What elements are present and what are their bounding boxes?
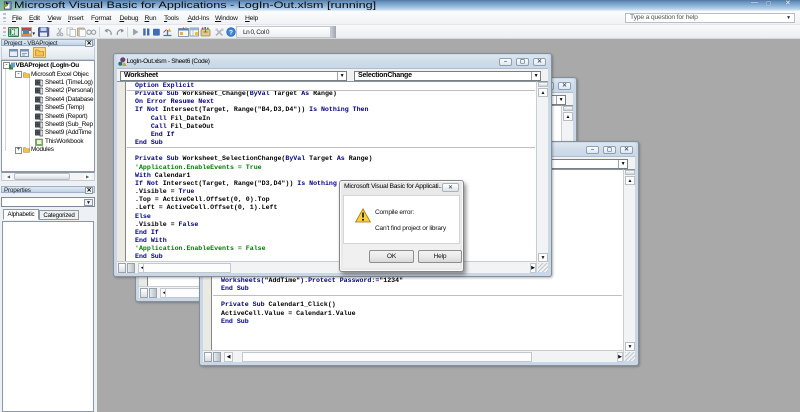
svg-text:?: ? <box>229 29 233 36</box>
